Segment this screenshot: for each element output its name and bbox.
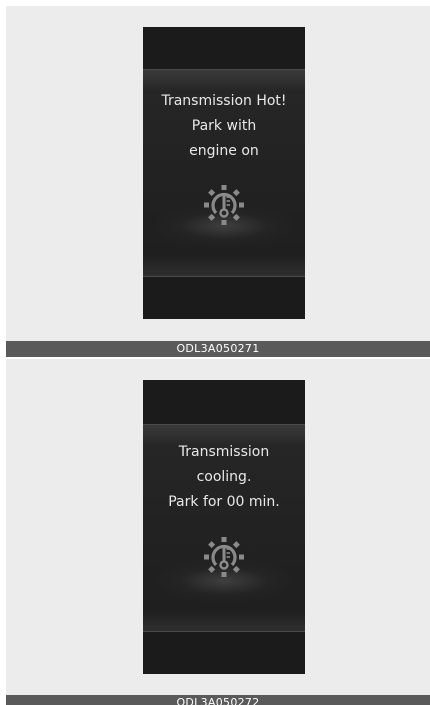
message-line: engine on [189, 143, 259, 159]
message-line: Park for 00 min. [168, 494, 280, 510]
figure-panel-2: Transmission cooling. Park for 00 min. [6, 359, 430, 695]
transmission-temperature-icon [204, 537, 244, 577]
figure-caption: ODL3A050272 [6, 695, 430, 705]
message-line: Transmission Hot! [161, 93, 287, 109]
warning-message: Transmission Hot! Park with engine on [143, 89, 305, 164]
cluster-display: Transmission cooling. Park for 00 min. [143, 380, 305, 674]
message-line: Transmission [178, 444, 270, 460]
cluster-display: Transmission Hot! Park with engine on [143, 27, 305, 319]
figure-panel-1: Transmission Hot! Park with engine on [6, 6, 430, 341]
figure-caption: ODL3A050271 [6, 341, 430, 357]
message-line: cooling. [196, 469, 252, 485]
message-line: Park with [191, 118, 257, 134]
warning-message: Transmission cooling. Park for 00 min. [143, 440, 305, 515]
transmission-temperature-icon [204, 185, 244, 225]
